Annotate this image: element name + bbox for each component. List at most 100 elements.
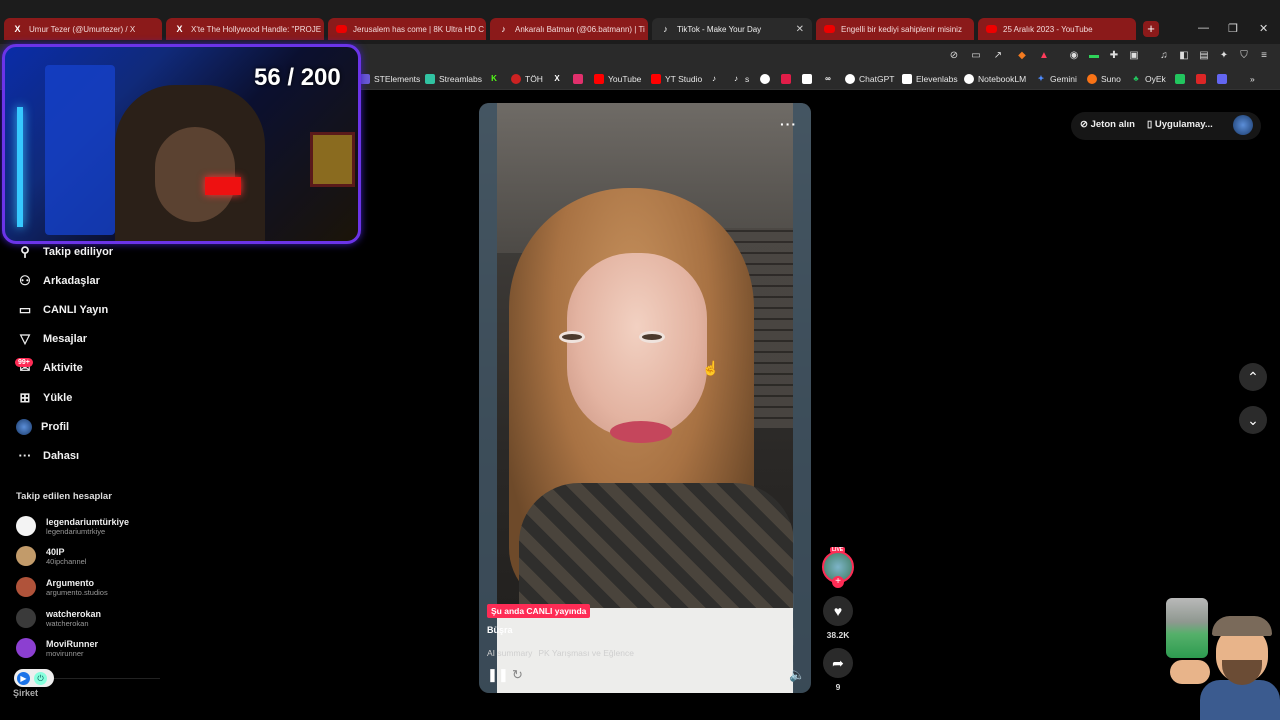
tab-active[interactable]: ♪ TikTok - Make Your Day ✕ (652, 18, 812, 40)
extension-toggle[interactable]: ▶ ⏻ (14, 669, 54, 687)
share-count: 9 (835, 682, 841, 692)
sidebar-toggle-icon[interactable]: ◧ (1178, 50, 1190, 62)
bookmark-ext[interactable] (781, 72, 795, 86)
follow-plus-button[interactable]: + (832, 576, 844, 588)
brave-shield-icon[interactable]: ◆ (1016, 50, 1028, 62)
sidebar-item-profile[interactable]: Profil (16, 417, 69, 437)
bookmark-ext[interactable]: ∞ (823, 72, 837, 86)
vpn-icon[interactable]: ⛉ (1238, 50, 1250, 62)
kick-icon: K (491, 74, 497, 83)
bookmark-youtube[interactable]: YouTube (594, 72, 641, 86)
bookmark-ext[interactable] (1175, 72, 1189, 86)
extension-icon (1217, 74, 1227, 84)
media-icon[interactable]: ♫ (1158, 50, 1170, 62)
tab-close-button[interactable]: ✕ (790, 24, 804, 35)
more-icon: ··· (18, 448, 32, 463)
sidebar-item-label: Aktivite (43, 362, 83, 374)
bookmark-tiktok[interactable]: ♪ (709, 72, 723, 86)
extension-icon[interactable]: ◉ (1068, 50, 1080, 62)
sticker-jar (1166, 598, 1208, 658)
tab[interactable]: X Umur Tezer (@Umurtezer) / X (4, 18, 162, 40)
bookmark-ext[interactable] (802, 72, 816, 86)
bookmark-label: YouTube (608, 74, 642, 84)
bookmark-ext[interactable] (1196, 72, 1210, 86)
sidebar-item-following[interactable]: ⚲ Takip ediliyor (16, 242, 113, 262)
share-button[interactable]: ➦ (823, 648, 853, 678)
bookmark-suno[interactable]: Suno (1087, 72, 1121, 86)
previous-video-button[interactable]: ⌃ (1239, 363, 1267, 391)
bookmark-x[interactable]: X (552, 72, 566, 86)
mute-site-icon[interactable]: ⊘ (948, 50, 960, 62)
bookmark-instagram[interactable] (573, 72, 587, 86)
extension-icon[interactable]: ▣ (1128, 50, 1140, 62)
company-link[interactable]: Şirket (13, 688, 38, 698)
sidebar-item-more[interactable]: ··· Dahası (16, 446, 80, 466)
wallet-icon[interactable]: ▤ (1198, 50, 1210, 62)
tab[interactable]: ♪ Ankaralı Batman (@06.batmann) | Ti (490, 18, 648, 40)
account-name: 40IP (46, 546, 65, 557)
bookmark-oyek[interactable]: ♣ OyEk (1131, 72, 1165, 86)
bookmark-elevenlabs[interactable]: Elevenlabs (902, 72, 958, 86)
followed-account[interactable]: Argumento argumento.studios (16, 574, 108, 600)
bookmark-notebooklm[interactable]: NotebookLM (964, 72, 1026, 86)
share-icon[interactable]: ↗ (992, 50, 1004, 62)
tab[interactable]: X X'te The Hollywood Handle: "PROJE (166, 18, 324, 40)
followed-account[interactable]: watcherokan watcherokan (16, 605, 101, 631)
bookmarks-overflow-icon[interactable]: » (1250, 72, 1255, 86)
bookmark-label: TÖH (525, 74, 543, 84)
extensions-icon[interactable]: ✚ (1108, 50, 1120, 62)
youtube-icon (986, 25, 997, 33)
leo-ai-icon[interactable]: ✦ (1218, 50, 1230, 62)
bookmark-toh[interactable]: TÖH (511, 72, 543, 86)
tab-title: 25 Aralık 2023 - YouTube (1003, 24, 1093, 34)
maximize-button[interactable]: ❐ (1228, 22, 1238, 35)
bookmark-streamlabs[interactable]: Streamlabs (425, 72, 482, 86)
followed-account[interactable]: MoviRunner movirunner (16, 635, 98, 661)
sidebar-item-live[interactable]: ▭ CANLI Yayın (16, 300, 108, 320)
account-name: legendariumtürkiye (46, 516, 130, 527)
followed-account[interactable]: 40IP 40ipchannel (16, 543, 86, 569)
background-door (45, 65, 115, 235)
bookmark-ext[interactable] (760, 72, 774, 86)
user-avatar[interactable] (1233, 115, 1253, 135)
upload-icon: ⊞ (19, 390, 31, 405)
followed-account[interactable]: legendariumtürkiye legendariumtrkiye (16, 513, 129, 539)
rewards-icon[interactable]: ▲ (1038, 50, 1050, 62)
extension-icon[interactable]: ▬ (1088, 50, 1100, 62)
sidebar-item-upload[interactable]: ⊞ Yükle (16, 388, 73, 408)
coin-icon: ⊘ (1080, 119, 1091, 130)
sidebar-item-friends[interactable]: ⚇ Arkadaşlar (16, 271, 100, 291)
cast-icon[interactable]: ▭ (970, 50, 982, 62)
new-tab-button[interactable]: + (1143, 21, 1159, 37)
sidebar-item-label: Profil (41, 421, 70, 433)
close-window-button[interactable]: ✕ (1259, 22, 1268, 35)
replay-icon[interactable]: ↻ (512, 667, 523, 683)
pause-icon[interactable]: ❚❚ (487, 667, 509, 683)
menu-icon[interactable]: ≡ (1258, 50, 1270, 62)
tiktok-icon: ♪ (663, 23, 668, 34)
bookmark-gemini[interactable]: ✦ Gemini (1036, 72, 1077, 86)
live-now-badge[interactable]: Şu anda CANLI yayında (487, 604, 591, 618)
get-app-button[interactable]: ▯ Uygulamay... (1147, 119, 1213, 130)
video-more-button[interactable]: ··· (780, 116, 797, 132)
bookmark-tiktok-s[interactable]: ♪ s (731, 72, 749, 86)
bookmark-yt-studio[interactable]: YT Studio (651, 72, 702, 86)
tab[interactable]: Jerusalem has come | 8K Ultra HD C (328, 18, 486, 40)
bookmark-kick[interactable]: K (489, 72, 503, 86)
sidebar-item-label: Mesajlar (43, 333, 88, 345)
following-icon: ⚲ (20, 244, 30, 259)
tab[interactable]: Engelli bir kediyi sahiplenir misiniz (816, 18, 974, 40)
ai-summary[interactable]: AI summary PK Yarışması ve Eğlence (487, 648, 634, 658)
share-arrow-icon: ➦ (832, 655, 844, 671)
like-button[interactable]: ♥ (823, 596, 853, 626)
bookmark-ext[interactable] (1217, 72, 1231, 86)
next-video-button[interactable]: ⌄ (1239, 406, 1267, 434)
bookmark-stelements[interactable]: STElements (360, 72, 420, 86)
tab[interactable]: 25 Aralık 2023 - YouTube (978, 18, 1136, 40)
sidebar-item-messages[interactable]: ▽ Mesajlar (16, 329, 87, 349)
video-author[interactable]: Büşra (487, 625, 513, 635)
volume-icon[interactable]: 🔈 (789, 667, 805, 683)
minimize-button[interactable]: — (1198, 22, 1209, 34)
get-coins-button[interactable]: ⊘ Jeton alın (1080, 119, 1135, 130)
bookmark-chatgpt[interactable]: ChatGPT (845, 72, 894, 86)
